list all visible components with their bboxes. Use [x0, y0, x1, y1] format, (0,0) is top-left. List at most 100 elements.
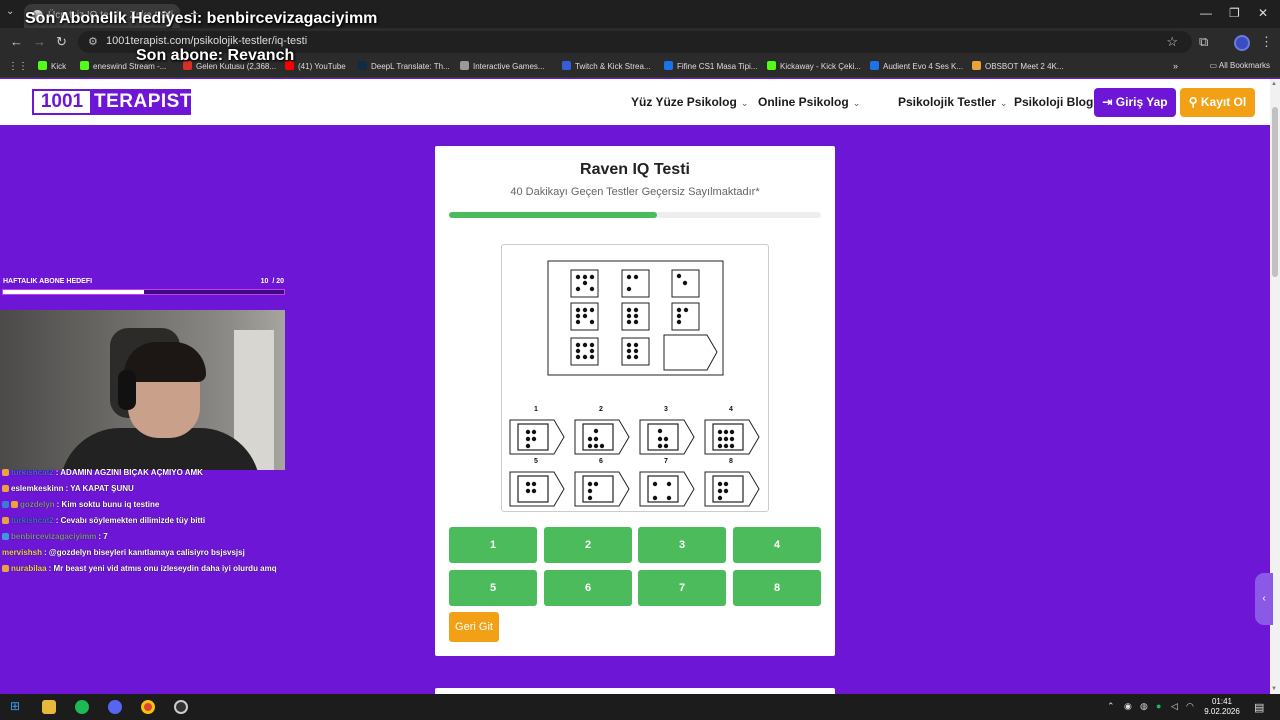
missing-cell	[663, 334, 718, 371]
dot	[587, 495, 593, 501]
chat-message: turkishcat2: Cevabı söylemekten dilimizd…	[2, 516, 205, 525]
menu-online[interactable]: Online Psikolog ⌄	[758, 95, 860, 109]
answer-button-5[interactable]: 5	[449, 570, 537, 606]
wifi-icon[interactable]: ◠	[1186, 701, 1194, 712]
windows-start-icon[interactable]: ⊞	[10, 699, 20, 713]
bookmark-item[interactable]: DeepL Translate: Th...	[358, 61, 450, 71]
extensions-icon[interactable]: ⧉	[1199, 34, 1208, 50]
scrollbar-thumb[interactable]	[1272, 107, 1278, 277]
reload-icon[interactable]: ↻	[56, 35, 67, 49]
all-bookmarks[interactable]: ▭ All Bookmarks	[1210, 61, 1270, 70]
site-logo[interactable]: 1001 TERAPIST	[32, 89, 191, 115]
dot	[723, 488, 729, 494]
dot	[589, 342, 595, 348]
option-number-label: 6	[599, 458, 603, 465]
folder-icon: ▭	[1209, 61, 1219, 70]
side-drawer-chevron-icon[interactable]: ‹	[1255, 573, 1273, 625]
answer-button-3[interactable]: 3	[638, 527, 726, 563]
badge-icon	[2, 533, 9, 540]
taskbar-clock[interactable]: 01:41 9.02.2026	[1200, 697, 1244, 717]
chevron-down-icon: ⌄	[999, 98, 1008, 108]
dot	[582, 307, 588, 313]
login-button[interactable]: ⇥ Giriş Yap	[1094, 88, 1176, 117]
option-number-label: 2	[599, 406, 603, 413]
bookmark-star-icon[interactable]: ☆	[1166, 34, 1178, 50]
dot	[666, 495, 672, 501]
apps-icon[interactable]: ⋮⋮	[8, 61, 28, 72]
dot	[575, 319, 581, 325]
spotify-icon[interactable]	[75, 700, 89, 714]
goal-bar-fill	[3, 290, 144, 294]
notification-icon[interactable]: ▤	[1254, 701, 1264, 714]
back-icon[interactable]: ←	[10, 35, 23, 49]
chat-message: mervishsh: @gozdelyn biseyleri kanıtlama…	[2, 548, 245, 557]
scroll-down-icon[interactable]: ▼	[1271, 686, 1277, 692]
dot	[682, 280, 688, 286]
dot	[723, 481, 729, 487]
menu-face-to-face[interactable]: Yüz Yüze Psikolog ⌄	[631, 95, 748, 109]
dot	[587, 436, 593, 442]
answer-button-4[interactable]: 4	[733, 527, 821, 563]
dot	[587, 443, 593, 449]
chrome-icon[interactable]	[141, 700, 155, 714]
file-explorer-icon[interactable]	[42, 700, 56, 714]
minimize-icon[interactable]: —	[1200, 6, 1212, 20]
obs-icon[interactable]	[174, 700, 188, 714]
last-sub-title: Son abone: Revanch	[136, 47, 295, 64]
badge-icon	[11, 501, 18, 508]
dot	[717, 481, 723, 487]
dot	[575, 342, 581, 348]
volume-icon[interactable]: ◁	[1171, 701, 1178, 712]
bookmark-item[interactable]: Kickaway - Kick Çeki...	[767, 61, 861, 71]
user-plus-icon: ⚲	[1188, 95, 1201, 109]
register-button[interactable]: ⚲ Kayıt Ol	[1180, 88, 1255, 117]
dot	[657, 428, 663, 434]
steam-icon[interactable]: ◉	[1124, 701, 1132, 712]
webcam-person-hair	[124, 342, 206, 382]
answer-button-8[interactable]: 8	[733, 570, 821, 606]
dot	[717, 495, 723, 501]
deepl-icon	[358, 61, 367, 70]
menu-icon[interactable]: ⋮	[1260, 34, 1273, 50]
menu-blog[interactable]: Psikoloji Blog	[1014, 95, 1093, 109]
dot	[587, 481, 593, 487]
bookmark-item[interactable]: Kick	[38, 61, 66, 71]
site-info-icon[interactable]: ⚙	[88, 35, 98, 48]
forward-icon[interactable]: →	[33, 35, 46, 49]
dot	[599, 443, 605, 449]
obsbot-icon	[972, 61, 981, 70]
back-button[interactable]: Geri Git	[449, 612, 499, 642]
profile-avatar[interactable]	[1234, 35, 1250, 51]
url-text: 1001terapist.com/psikolojik-testler/iq-t…	[106, 35, 308, 47]
more-bookmarks-icon[interactable]: »	[1173, 61, 1178, 71]
dot	[582, 274, 588, 280]
dot	[593, 436, 599, 442]
chevron-up-icon[interactable]: ⌃	[1107, 701, 1115, 712]
matrix-cell	[621, 269, 650, 298]
bookmark-item[interactable]: Fifine CS1 Masa Tipi...	[664, 61, 757, 71]
dot	[676, 319, 682, 325]
answer-button-6[interactable]: 6	[544, 570, 632, 606]
quiz-subtitle: 40 Dakikayı Geçen Testler Geçersiz Sayıl…	[510, 186, 760, 198]
dot	[723, 443, 729, 449]
dot	[593, 481, 599, 487]
quiz-card: Raven IQ Testi 40 Dakikayı Geçen Testler…	[435, 146, 835, 656]
answer-button-2[interactable]: 2	[544, 527, 632, 563]
spotify-tray-icon[interactable]: ●	[1156, 701, 1161, 711]
logo-word: TERAPIST	[94, 91, 192, 112]
restore-icon[interactable]: ❐	[1229, 6, 1240, 20]
option-inner-square	[647, 423, 679, 451]
bookmark-item[interactable]: Interactive Games...	[460, 61, 545, 71]
menu-tests[interactable]: Psikolojik Testler ⌄	[898, 95, 1007, 109]
bookmark-item[interactable]: Audient Evo 4 Ses K...	[870, 61, 963, 71]
answer-button-1[interactable]: 1	[449, 527, 537, 563]
badge-icon	[2, 517, 9, 524]
discord-icon[interactable]	[108, 700, 122, 714]
tab-search-icon[interactable]: ⌄	[6, 6, 14, 17]
close-window-icon[interactable]: ✕	[1258, 6, 1268, 20]
discord-tray-icon[interactable]: ◍	[1140, 701, 1148, 712]
bookmark-item[interactable]: OBSBOT Meet 2 4K...	[972, 61, 1064, 71]
answer-button-7[interactable]: 7	[638, 570, 726, 606]
bookmark-item[interactable]: Twitch & Kick Strea...	[562, 61, 651, 71]
scroll-up-icon[interactable]: ▲	[1271, 81, 1277, 87]
